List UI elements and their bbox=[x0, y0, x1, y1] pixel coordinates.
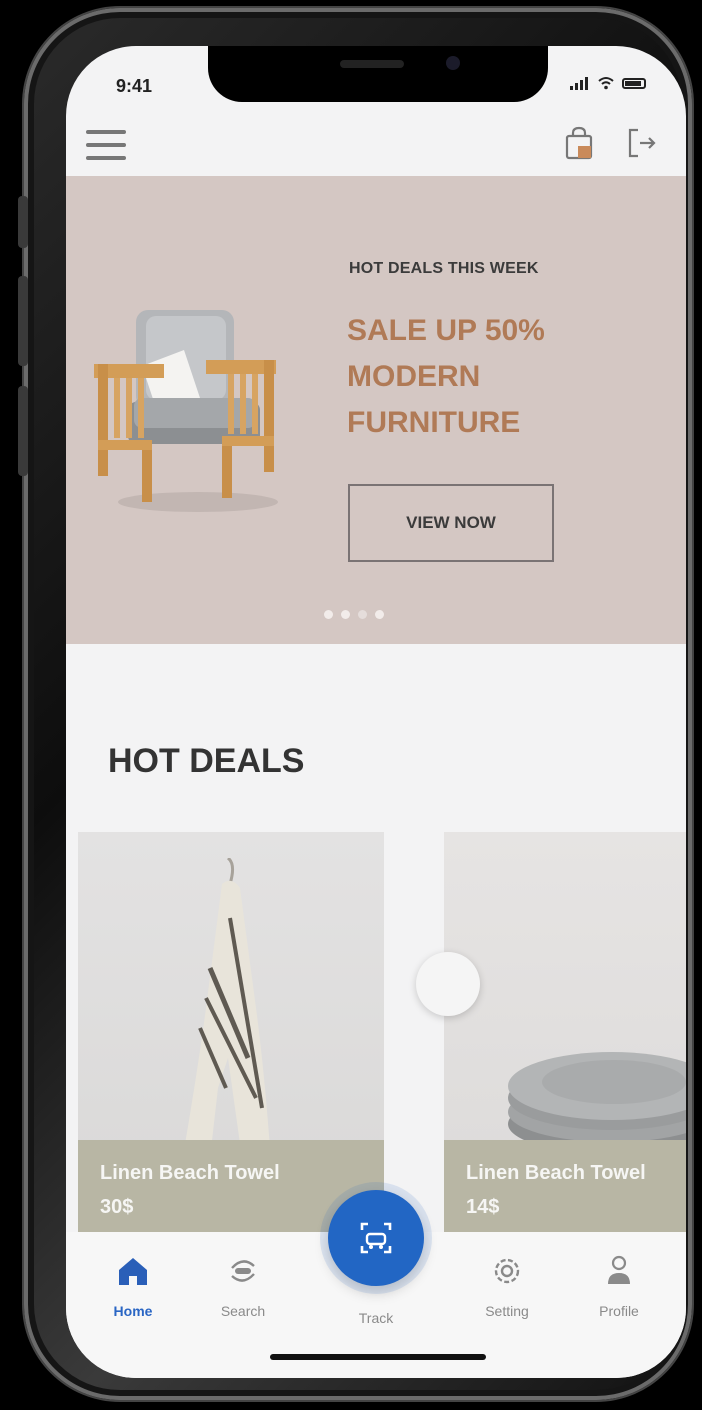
carousel-scroll-handle[interactable] bbox=[416, 952, 480, 1016]
promo-banner[interactable]: HOT DEALS THIS WEEK SALE UP 50% MODERN F… bbox=[66, 176, 686, 644]
towel-image bbox=[183, 858, 270, 1171]
track-icon bbox=[360, 1222, 392, 1254]
tab-home[interactable]: Home bbox=[88, 1254, 178, 1319]
carousel-dot[interactable] bbox=[375, 610, 384, 619]
carousel-dot[interactable] bbox=[341, 610, 350, 619]
mute-switch bbox=[18, 196, 28, 248]
gear-icon bbox=[494, 1258, 520, 1284]
logout-icon[interactable] bbox=[626, 126, 658, 160]
signal-icon bbox=[570, 76, 590, 90]
tab-search[interactable]: Search bbox=[198, 1254, 288, 1319]
hot-deals-heading: HOT DEALS bbox=[108, 742, 305, 780]
home-icon bbox=[119, 1258, 147, 1285]
banner-subtitle: HOT DEALS THIS WEEK bbox=[349, 260, 539, 277]
armchair-image bbox=[94, 310, 278, 512]
carousel-dot[interactable] bbox=[324, 610, 333, 619]
tab-profile[interactable]: Profile bbox=[574, 1254, 664, 1319]
product-card[interactable]: Linen Beach Towel 14$ bbox=[444, 832, 686, 1232]
product-name: Linen Beach Towel bbox=[466, 1162, 646, 1184]
tab-label: Profile bbox=[599, 1303, 639, 1319]
carousel-dot-active[interactable] bbox=[358, 610, 367, 619]
product-card[interactable]: Linen Beach Towel 30$ bbox=[78, 832, 384, 1232]
tab-label: Search bbox=[220, 1303, 266, 1319]
wifi-icon bbox=[598, 77, 614, 90]
plates-image bbox=[508, 1052, 686, 1152]
front-camera bbox=[446, 56, 460, 70]
hamburger-menu-icon[interactable] bbox=[86, 130, 126, 160]
notch bbox=[208, 46, 548, 102]
phone-screen: 9:41 HOT DEALS THIS WEEK SALE UP 50% MOD… bbox=[66, 46, 686, 1378]
tab-label: Setting bbox=[485, 1303, 529, 1319]
tab-track-label[interactable]: Track bbox=[328, 1310, 424, 1326]
status-time: 9:41 bbox=[116, 76, 153, 96]
speaker bbox=[340, 60, 404, 68]
volume-down-button bbox=[18, 386, 28, 476]
top-app-bar bbox=[66, 116, 686, 176]
tab-label: Home bbox=[113, 1303, 153, 1319]
search-icon bbox=[231, 1260, 255, 1282]
product-price: 14$ bbox=[466, 1196, 500, 1218]
banner-title-line: FURNITURE bbox=[347, 406, 521, 439]
view-now-button[interactable]: VIEW NOW bbox=[348, 484, 554, 562]
product-price: 30$ bbox=[100, 1196, 134, 1218]
product-name: Linen Beach Towel bbox=[100, 1162, 280, 1184]
status-icons bbox=[570, 76, 646, 90]
tab-setting[interactable]: Setting bbox=[462, 1254, 552, 1319]
volume-up-button bbox=[18, 276, 28, 366]
track-fab-button[interactable] bbox=[328, 1190, 424, 1286]
user-icon bbox=[608, 1255, 630, 1284]
banner-title: SALE UP 50% MODERN FURNITURE bbox=[347, 308, 647, 446]
carousel-dots bbox=[324, 610, 384, 619]
shopping-bag-icon[interactable] bbox=[564, 126, 594, 160]
battery-icon bbox=[622, 77, 646, 89]
banner-title-line: MODERN bbox=[347, 360, 481, 393]
product-caption: Linen Beach Towel 14$ bbox=[444, 1140, 686, 1232]
banner-title-line: SALE UP 50% bbox=[347, 314, 545, 347]
home-indicator[interactable] bbox=[270, 1354, 486, 1360]
